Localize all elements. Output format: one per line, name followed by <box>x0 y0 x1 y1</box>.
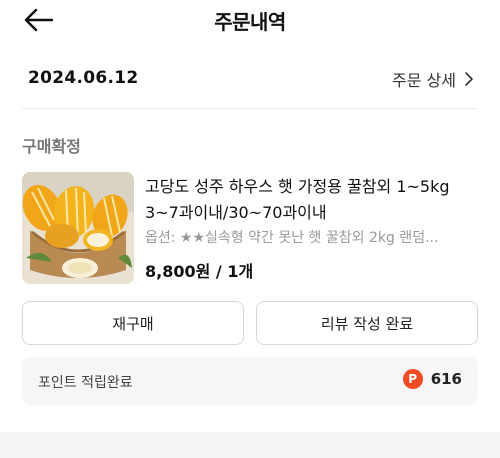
page-title: 주문내역 <box>214 10 286 34</box>
order-detail-label: 주문 상세 <box>392 71 456 90</box>
order-detail-link[interactable]: 주문 상세 <box>392 67 474 91</box>
product-option: 옵션: ★★실속형 약간 못난 햇 꿀참외 2kg 랜덤... <box>145 230 439 246</box>
korean-melon-photo <box>22 172 134 284</box>
product-thumbnail[interactable] <box>22 172 134 284</box>
order-date: 2024.06.12 <box>28 68 139 88</box>
order-header: 2024.06.12 주문 상세 <box>0 58 500 102</box>
points-value: 616 <box>430 370 462 388</box>
order-status-label: 구매확정 <box>22 137 81 156</box>
top-bar: 주문내역 <box>0 0 500 44</box>
points-summary: P 616 <box>402 369 462 389</box>
review-complete-button[interactable]: 리뷰 작성 완료 <box>256 301 478 345</box>
point-badge-icon: P <box>402 369 423 389</box>
section-separator <box>0 432 500 458</box>
points-label: 포인트 적립완료 <box>38 375 133 391</box>
points-panel: 포인트 적립완료 P 616 <box>22 357 478 405</box>
rebuy-button[interactable]: 재구매 <box>22 301 244 345</box>
section-divider <box>22 108 478 109</box>
product-price: 8,800원 / 1개 <box>145 262 254 281</box>
product-name[interactable]: 고당도 성주 하우스 햇 가정용 꿀참외 1~5kg 3~7과이내/30~70과… <box>145 174 475 226</box>
chevron-right-icon <box>465 72 473 86</box>
